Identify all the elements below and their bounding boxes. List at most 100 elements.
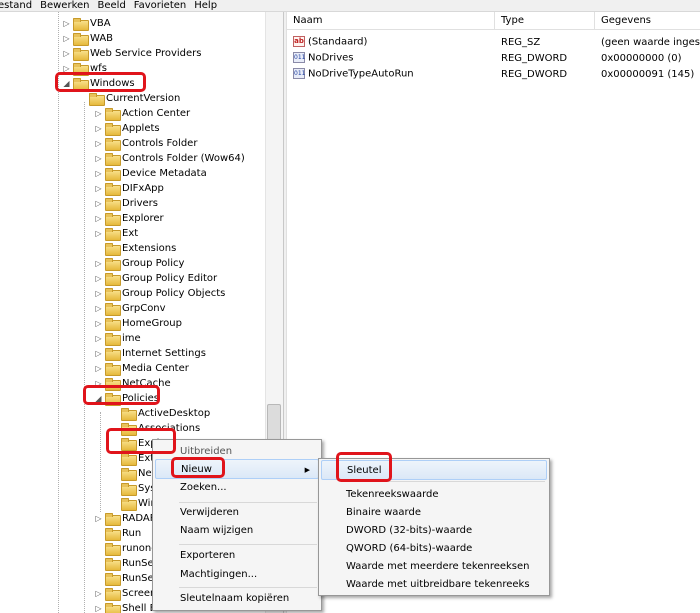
value-row[interactable]: 011 NoDriveTypeAutoRun REG_DWORD 0x000000…	[287, 66, 700, 82]
value-row[interactable]: ab(Standaard) REG_SZ (geen waarde ingest…	[287, 34, 700, 50]
folder-icon	[105, 108, 121, 121]
collapsed-arrow-icon[interactable]: ▷	[62, 34, 71, 43]
tree-node[interactable]: ▷ Web Service Providers	[62, 46, 202, 61]
collapsed-arrow-icon[interactable]: ▷	[94, 154, 103, 163]
tree-node[interactable]: ▷ Device Metadata	[94, 166, 207, 181]
string-value-icon: ab	[293, 36, 305, 48]
value-type: REG_DWORD	[501, 52, 568, 64]
menu-bewerken[interactable]: Bewerken	[40, 0, 89, 12]
collapsed-arrow-icon[interactable]: ▷	[94, 124, 103, 133]
highlight-windows	[55, 72, 146, 92]
menu-favorieten[interactable]: Favorieten	[134, 0, 186, 12]
collapsed-arrow-icon[interactable]: ▷	[94, 214, 103, 223]
tree-node[interactable]: ▷ Screen	[94, 586, 156, 601]
tree-node[interactable]: Win	[110, 496, 157, 511]
folder-icon	[105, 168, 121, 181]
tree-node[interactable]: ▷ RADAR	[94, 511, 157, 526]
menu-bestand[interactable]: estand	[0, 0, 32, 12]
collapsed-arrow-icon[interactable]: ▷	[94, 139, 103, 148]
collapsed-arrow-icon[interactable]: ▷	[94, 319, 103, 328]
column-type[interactable]: Type	[495, 12, 595, 30]
menu-item-naam-wijzigen[interactable]: Naam wijzigen	[155, 521, 253, 541]
tree-node-label: Group Policy Objects	[122, 288, 226, 299]
tree-node[interactable]: Extensions	[94, 241, 176, 256]
collapsed-arrow-icon[interactable]: ▷	[94, 169, 103, 178]
menu-item-sleutelnaam-kopieren[interactable]: Sleutelnaam kopiëren	[155, 589, 289, 609]
collapsed-arrow-icon[interactable]: ▷	[62, 19, 71, 28]
tree-node[interactable]: Run	[94, 526, 141, 541]
tree-node[interactable]: ▷ Controls Folder	[94, 136, 197, 151]
column-naam[interactable]: Naam	[287, 12, 495, 30]
tree-node[interactable]: ▷ GrpConv	[94, 301, 166, 316]
tree-node[interactable]: ▷ Media Center	[94, 361, 189, 376]
collapsed-arrow-icon[interactable]: ▷	[94, 109, 103, 118]
collapsed-arrow-icon[interactable]: ▷	[94, 604, 103, 613]
collapsed-arrow-icon[interactable]: ▷	[62, 49, 71, 58]
tree-node[interactable]: ▷ Controls Folder (Wow64)	[94, 151, 245, 166]
collapsed-arrow-icon[interactable]: ▷	[94, 184, 103, 193]
tree-node[interactable]: ▷ Applets	[94, 121, 160, 136]
menu-item-verwijderen[interactable]: Verwijderen	[155, 503, 239, 523]
tree-node-label: ime	[122, 333, 141, 344]
tree-node[interactable]: ▷ Internet Settings	[94, 346, 206, 361]
folder-icon	[105, 138, 121, 151]
highlight-policies	[83, 385, 160, 405]
column-gegevens[interactable]: Gegevens	[595, 12, 700, 30]
tree-node-label: Applets	[122, 123, 160, 134]
tree-scrollbar-thumb[interactable]	[267, 404, 281, 444]
tree-node[interactable]: ▷ Action Center	[94, 106, 190, 121]
menu-separator	[179, 587, 317, 588]
tree-node[interactable]: ▷ Ext	[94, 226, 138, 241]
tree-node[interactable]: ▷ Group Policy Editor	[94, 271, 217, 286]
menu-item-zoeken[interactable]: Zoeken...	[155, 478, 227, 498]
collapsed-arrow-icon[interactable]: ▷	[94, 259, 103, 268]
menu-item-dword-waarde[interactable]: DWORD (32-bits)-waarde	[321, 521, 472, 541]
menu-item-exporteren[interactable]: Exporteren	[155, 546, 235, 566]
tree-node[interactable]: ▷ DIFxApp	[94, 181, 164, 196]
collapsed-arrow-icon[interactable]: ▷	[94, 199, 103, 208]
tree-node[interactable]: ▷ VBA	[62, 16, 111, 31]
tree-node[interactable]: ▷ HomeGroup	[94, 316, 182, 331]
tree-node[interactable]: RunSer	[94, 556, 158, 571]
tree-node[interactable]: Net	[110, 466, 156, 481]
tree-node[interactable]: ▷ Group Policy Objects	[94, 286, 225, 301]
tree-node-label: CurrentVersion	[106, 93, 181, 104]
collapsed-arrow-icon[interactable]: ▷	[94, 364, 103, 373]
collapsed-arrow-icon[interactable]: ▷	[94, 349, 103, 358]
folder-icon	[105, 198, 121, 211]
tree-node[interactable]: ▷ ime	[94, 331, 141, 346]
collapsed-arrow-icon[interactable]: ▷	[94, 589, 103, 598]
folder-icon	[105, 333, 121, 346]
folder-icon	[105, 213, 121, 226]
menu-beeld[interactable]: Beeld	[98, 0, 126, 12]
menu-help[interactable]: Help	[194, 0, 217, 12]
value-name: (Standaard)	[308, 36, 368, 48]
folder-icon	[89, 93, 105, 106]
menu-item-qword-waarde[interactable]: QWORD (64-bits)-waarde	[321, 539, 472, 559]
folder-icon	[73, 33, 89, 46]
tree-node[interactable]: ▷ Explorer	[94, 211, 164, 226]
menu-item-multi-string[interactable]: Waarde met meerdere tekenreeksen	[321, 557, 530, 577]
collapsed-arrow-icon[interactable]: ▷	[94, 274, 103, 283]
menu-item-binaire-waarde[interactable]: Binaire waarde	[321, 503, 421, 523]
collapsed-arrow-icon[interactable]: ▷	[94, 514, 103, 523]
collapsed-arrow-icon[interactable]: ▷	[94, 334, 103, 343]
tree-node[interactable]: CurrentVersion	[78, 91, 180, 106]
menu-item-machtigingen[interactable]: Machtigingen...	[155, 565, 257, 585]
tree-node[interactable]: ▷ Group Policy	[94, 256, 184, 271]
tree-node-label: Action Center	[122, 108, 191, 119]
tree-node[interactable]: RunSer	[94, 571, 158, 586]
tree-node[interactable]: runonc	[94, 541, 157, 556]
menu-item-tekenreekswaarde[interactable]: Tekenreekswaarde	[321, 485, 439, 505]
tree-node[interactable]: ▷ Drivers	[94, 196, 158, 211]
folder-icon	[105, 123, 121, 136]
collapsed-arrow-icon[interactable]: ▷	[94, 229, 103, 238]
tree-node[interactable]: ▷ WAB	[62, 31, 113, 46]
tree-node[interactable]: ActiveDesktop	[110, 406, 210, 421]
collapsed-arrow-icon[interactable]: ▷	[94, 304, 103, 313]
collapsed-arrow-icon[interactable]: ▷	[94, 289, 103, 298]
folder-icon	[105, 588, 121, 601]
tree-guide-line	[100, 412, 101, 512]
menu-item-expandable-string[interactable]: Waarde met uitbreidbare tekenreeks	[321, 575, 530, 595]
value-row[interactable]: 011 NoDrives REG_DWORD 0x00000000 (0)	[287, 50, 700, 66]
